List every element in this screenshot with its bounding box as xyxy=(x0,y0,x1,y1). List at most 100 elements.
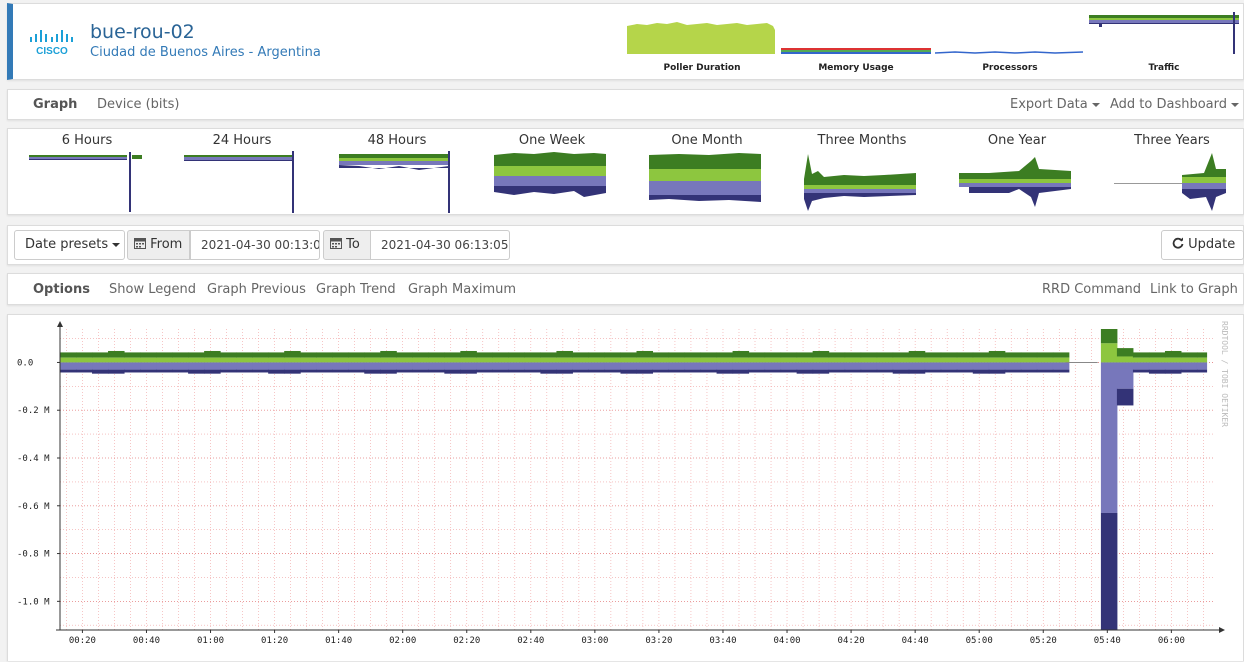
x-tick-label: 05:20 xyxy=(1030,636,1057,646)
in-series-peak xyxy=(812,350,830,358)
date-range-bar: Date presets From 2021-04-30 00:13:0 To … xyxy=(7,225,1244,265)
to-date-input[interactable]: 2021-04-30 06:13:05 xyxy=(370,230,510,260)
out-series-peak xyxy=(1036,369,1054,373)
in-series-peak xyxy=(860,352,878,358)
tab-device-bits[interactable]: Device (bits) xyxy=(97,97,179,112)
out-series-peak xyxy=(860,369,878,373)
in-series-peak xyxy=(1052,352,1070,358)
rrd-command-link[interactable]: RRD Command xyxy=(1042,282,1141,297)
out-series-peak xyxy=(700,369,718,373)
export-data-dropdown[interactable]: Export Data xyxy=(1010,97,1100,112)
in-series xyxy=(380,357,397,363)
out-series xyxy=(668,362,686,370)
period-6-hours[interactable]: 6 Hours xyxy=(9,131,165,213)
in-series xyxy=(972,357,990,363)
link-to-graph-link[interactable]: Link to Graph xyxy=(1150,282,1238,297)
out-series-peak xyxy=(1004,369,1022,373)
in-series-peak xyxy=(716,352,734,358)
period-three-years[interactable]: Three Years xyxy=(1094,131,1244,213)
traffic-sparkline xyxy=(1089,12,1239,62)
x-axis-arrow xyxy=(1219,627,1225,633)
poller-duration-minigraph[interactable]: Poller Duration xyxy=(627,12,777,78)
out-series xyxy=(764,362,782,370)
show-legend-link[interactable]: Show Legend xyxy=(109,282,196,297)
period-label: Three Months xyxy=(817,133,907,148)
out-series-peak xyxy=(716,369,734,374)
processors-minigraph[interactable]: Processors xyxy=(935,12,1085,78)
out-series-peak xyxy=(796,369,814,374)
in-series xyxy=(764,357,782,363)
device-name[interactable]: bue-rou-02 xyxy=(90,21,195,43)
caret-down-icon xyxy=(1231,102,1240,107)
graph-previous-link[interactable]: Graph Previous xyxy=(207,282,306,297)
out-series xyxy=(1004,362,1022,370)
out-series xyxy=(540,362,557,370)
in-series-peak xyxy=(940,352,958,358)
in-series-peak xyxy=(1020,352,1038,358)
in-series-peak xyxy=(1164,350,1182,358)
period-one-month[interactable]: One Month xyxy=(629,131,785,213)
in-series xyxy=(1116,356,1134,363)
out-series-peak xyxy=(732,369,750,374)
in-series-peak xyxy=(508,352,525,358)
period-24-hours[interactable]: 24 Hours xyxy=(164,131,320,213)
y-tick-label: -0.8 M xyxy=(17,550,50,560)
out-series xyxy=(508,362,525,370)
in-series-peak xyxy=(732,350,750,358)
date-presets-dropdown[interactable]: Date presets xyxy=(14,230,125,260)
in-series xyxy=(204,357,221,363)
in-series xyxy=(1052,357,1070,363)
out-series xyxy=(780,362,798,370)
in-series-peak xyxy=(140,352,157,358)
in-series-peak xyxy=(524,352,541,358)
y-axis-arrow xyxy=(57,321,63,327)
out-series-peak xyxy=(988,369,1006,374)
in-series xyxy=(732,357,750,363)
in-series-peak xyxy=(316,352,333,358)
from-date-input[interactable]: 2021-04-30 00:13:0 xyxy=(190,230,320,260)
y-tick-label: -0.4 M xyxy=(17,454,50,464)
thumb-graph xyxy=(339,151,450,213)
memory-usage-minigraph[interactable]: Memory Usage xyxy=(781,12,931,78)
in-series xyxy=(1036,357,1054,363)
out-series-peak xyxy=(524,369,541,373)
x-tick-label: 02:00 xyxy=(389,636,416,646)
out-series-peak xyxy=(620,369,637,374)
out-series xyxy=(220,362,237,370)
options-title: Options xyxy=(33,282,90,297)
in-series-peak xyxy=(236,352,253,358)
add-to-dashboard-label: Add to Dashboard xyxy=(1110,97,1228,112)
period-three-months[interactable]: Three Months xyxy=(784,131,940,213)
period-one-year[interactable]: One Year xyxy=(939,131,1095,213)
thumb-graph xyxy=(959,157,1071,207)
out-series xyxy=(828,362,846,370)
out-series-peak xyxy=(1132,369,1150,373)
period-48-hours[interactable]: 48 Hours xyxy=(319,131,475,213)
tab-graph[interactable]: Graph xyxy=(33,97,77,112)
thumb-graph xyxy=(184,151,294,213)
add-to-dashboard-dropdown[interactable]: Add to Dashboard xyxy=(1110,97,1240,112)
in-series xyxy=(700,357,718,363)
in-series xyxy=(236,357,253,363)
x-tick-label: 06:00 xyxy=(1158,636,1185,646)
out-series-peak xyxy=(1148,369,1166,374)
out-series xyxy=(1052,362,1070,370)
out-series-peak xyxy=(812,369,830,374)
out-series xyxy=(876,362,894,370)
in-series-peak xyxy=(700,352,718,358)
out-series xyxy=(748,362,766,370)
graph-trend-link[interactable]: Graph Trend xyxy=(316,282,396,297)
period-one-week[interactable]: One Week xyxy=(474,131,630,213)
in-series xyxy=(684,357,702,363)
in-series xyxy=(892,357,910,363)
graph-maximum-link[interactable]: Graph Maximum xyxy=(408,282,516,297)
traffic-minigraph[interactable]: Traffic xyxy=(1089,12,1239,78)
update-button[interactable]: Update xyxy=(1161,230,1244,260)
in-series-peak xyxy=(380,350,397,358)
in-series-peak xyxy=(1100,329,1118,344)
from-label: From xyxy=(150,237,183,252)
out-series-peak xyxy=(204,369,221,374)
out-series xyxy=(892,362,910,370)
out-series xyxy=(1196,362,1208,370)
in-series xyxy=(540,357,557,363)
